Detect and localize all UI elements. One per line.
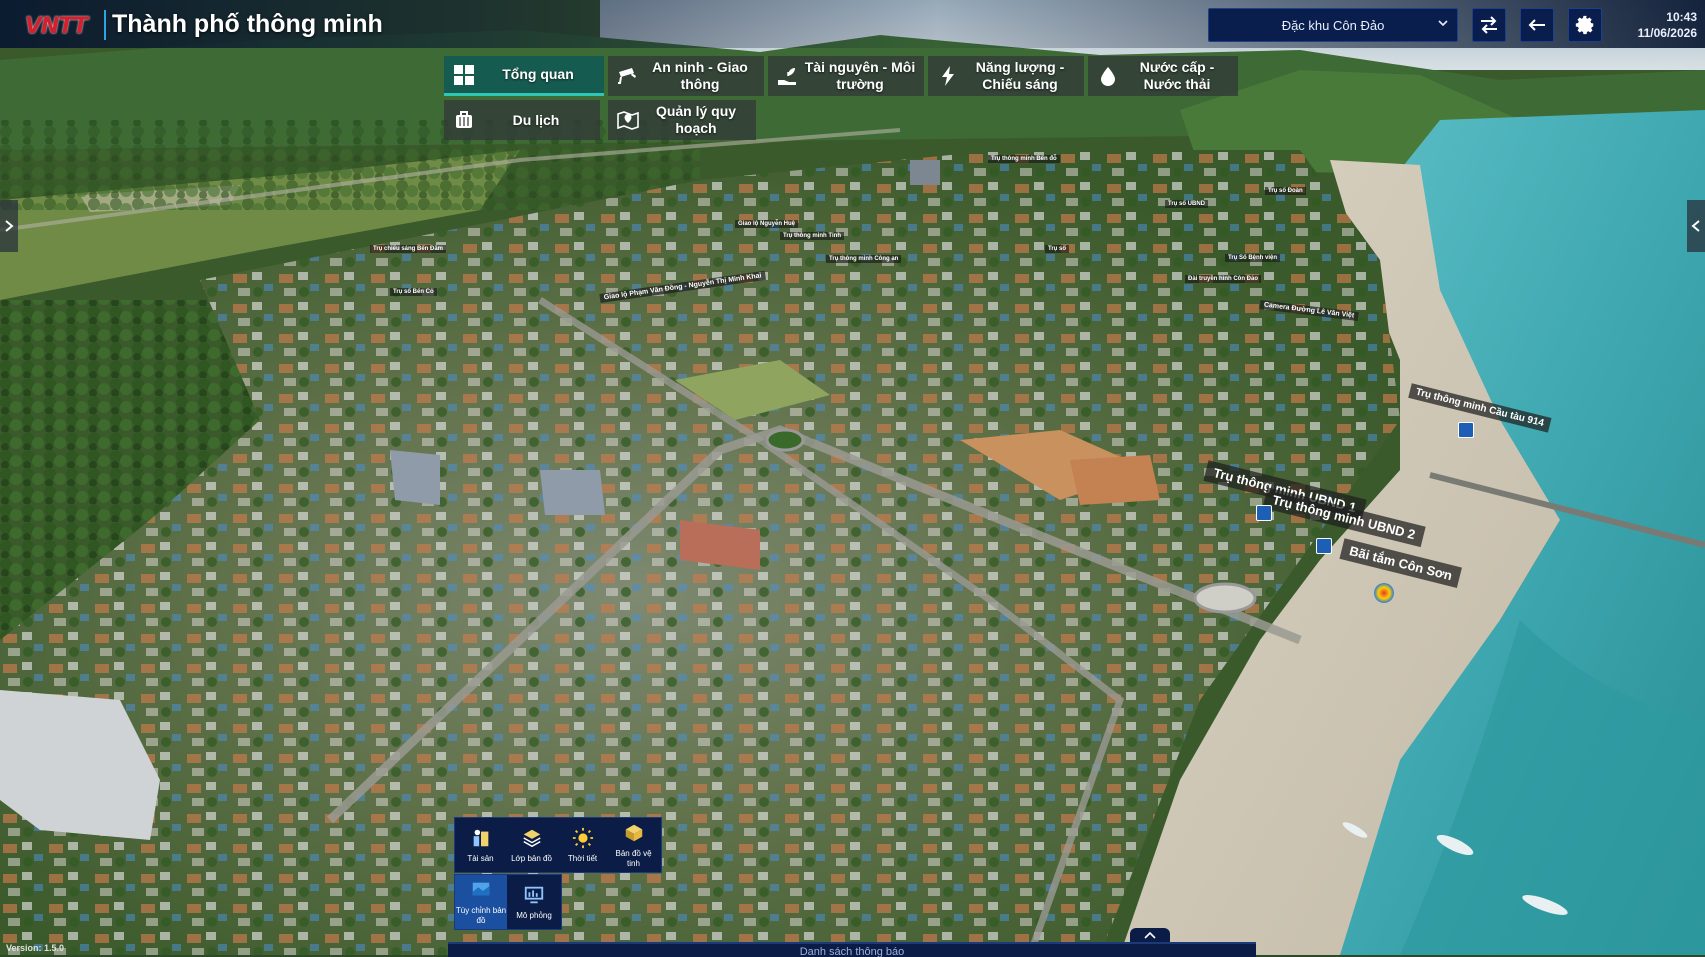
tool-label: Thời tiết — [567, 853, 598, 863]
hand-plant-icon — [774, 62, 802, 90]
tab-an-ninh-giao-thong[interactable]: An ninh - Giao thông — [608, 56, 764, 96]
map-toolbar-secondary: Tùy chỉnh bản đồ Mô phỏng — [454, 874, 562, 930]
smart-pole-icon[interactable] — [1316, 538, 1332, 554]
simulation-icon — [524, 886, 544, 903]
map-3d-view[interactable] — [0, 0, 1705, 955]
map-label-small[interactable]: Trụ thông minh Công an — [826, 255, 902, 263]
location-pin-icon[interactable] — [1374, 583, 1394, 603]
weather-button[interactable]: Thời tiết — [557, 818, 608, 872]
tab-label: An ninh - Giao thông — [652, 59, 748, 92]
right-panel-toggle[interactable] — [1687, 200, 1705, 252]
map-label-small[interactable]: Trụ số — [1045, 245, 1070, 253]
layers-icon — [522, 829, 541, 847]
map-label-small[interactable]: Trụ thông minh Tỉnh — [780, 232, 844, 240]
map-label-small[interactable]: Trụ chiếu sáng Bến Đầm — [370, 245, 447, 253]
left-panel-toggle[interactable] — [0, 200, 18, 252]
chevron-down-icon — [1438, 20, 1448, 27]
datetime-display: 10:43 11/06/2026 — [1638, 9, 1697, 41]
swap-button[interactable] — [1472, 8, 1506, 42]
satellite-map-icon — [625, 824, 642, 841]
customize-map-button[interactable]: Tùy chỉnh bản đồ — [455, 875, 507, 929]
tab-du-lich[interactable]: Du lịch — [444, 100, 600, 140]
map-label-small[interactable]: Giao lộ Nguyễn Huệ — [735, 220, 799, 228]
arrow-left-icon — [1528, 19, 1545, 31]
map-label-small[interactable]: Trụ thông minh Bến đỗ — [988, 155, 1060, 163]
chevron-left-icon — [1691, 220, 1700, 232]
tool-label: Bản đồ vệ tinh — [615, 848, 652, 868]
tab-quan-ly-quy-hoach[interactable]: Quản lý quy hoạch — [608, 100, 756, 140]
water-drop-icon — [1094, 62, 1122, 90]
tab-tai-nguyen-moi-truong[interactable]: Tài nguyên - Môi trường — [768, 56, 924, 96]
map-label-small[interactable]: Trụ số Đoàn — [1265, 187, 1306, 195]
chevron-up-icon — [1144, 931, 1156, 939]
tab-nuoc-cap-nuoc-thai[interactable]: Nước cấp - Nước thải — [1088, 56, 1238, 96]
header-divider — [104, 10, 106, 40]
notification-panel-toggle[interactable] — [1130, 928, 1170, 942]
map-label-small[interactable]: Trụ Số Bệnh viện — [1225, 254, 1281, 262]
aerial-map-background — [0, 0, 1705, 955]
tool-label: Lớp bản đồ — [511, 853, 552, 863]
smart-pole-icon[interactable] — [1256, 505, 1272, 521]
tab-nang-luong-chieu-sang[interactable]: Năng lượng - Chiếu sáng — [928, 56, 1084, 96]
luggage-icon — [450, 106, 478, 134]
version-text: Version: 1.5.0 — [6, 943, 65, 953]
chevron-right-icon — [5, 220, 14, 232]
tool-label: Tùy chỉnh bản đồ — [455, 905, 507, 925]
swap-arrows-icon — [1481, 16, 1497, 34]
map-label-small[interactable]: Đài truyền hình Côn Đảo — [1185, 275, 1262, 283]
map-label-small[interactable]: Trụ số Bến Cỏ — [390, 288, 437, 296]
map-layers-button[interactable]: Lớp bản đồ — [506, 818, 557, 872]
settings-button[interactable] — [1568, 8, 1602, 42]
lightning-icon — [934, 62, 962, 90]
assets-icon — [473, 829, 488, 846]
gear-icon — [1575, 15, 1594, 35]
smart-pole-icon[interactable] — [1458, 422, 1474, 438]
tool-label: Tài sản — [467, 853, 494, 863]
page-title: Thành phố thông minh — [112, 10, 383, 38]
satellite-map-button[interactable]: Bản đồ vệ tinh — [608, 818, 659, 872]
notification-bar-label: Danh sách thông báo — [799, 946, 905, 957]
date-text: 11/06/2026 — [1637, 26, 1697, 40]
map-toolbar: Tài sản Lớp bản đồ Thời tiết Bản đồ vệ t… — [454, 817, 662, 873]
simulation-button[interactable]: Mô phỏng — [507, 875, 561, 929]
tool-label: Mô phỏng — [516, 910, 552, 920]
region-select-value: Đặc khu Côn Đảo — [1281, 17, 1385, 33]
tab-tong-quan[interactable]: Tổng quan — [444, 56, 604, 96]
region-select[interactable]: Đặc khu Côn Đảo — [1208, 8, 1458, 42]
cctv-camera-icon — [614, 62, 642, 90]
tab-label: Quản lý quy hoạch — [655, 103, 737, 136]
assets-button[interactable]: Tài sản — [455, 818, 506, 872]
logo-text: VNTT — [25, 13, 88, 39]
map-label-small[interactable]: Trụ số UBND — [1165, 200, 1209, 208]
map-pin-icon — [614, 106, 642, 134]
back-button[interactable] — [1520, 8, 1554, 42]
time-text: 10:43 — [1666, 10, 1697, 24]
vntt-logo: VNTT — [10, 9, 102, 43]
tab-label: Du lịch — [512, 111, 560, 128]
tab-label: Tài nguyên - Môi trường — [804, 59, 916, 92]
tab-label: Tổng quan — [502, 66, 574, 82]
tab-label: Nước cấp - Nước thải — [1139, 59, 1215, 92]
sun-icon — [572, 827, 593, 848]
tab-label: Năng lượng - Chiếu sáng — [975, 59, 1065, 92]
grid-icon — [450, 61, 478, 89]
map-custom-icon — [472, 882, 490, 895]
header-bar: VNTT Thành phố thông minh Đặc khu Côn Đả… — [0, 0, 1705, 48]
